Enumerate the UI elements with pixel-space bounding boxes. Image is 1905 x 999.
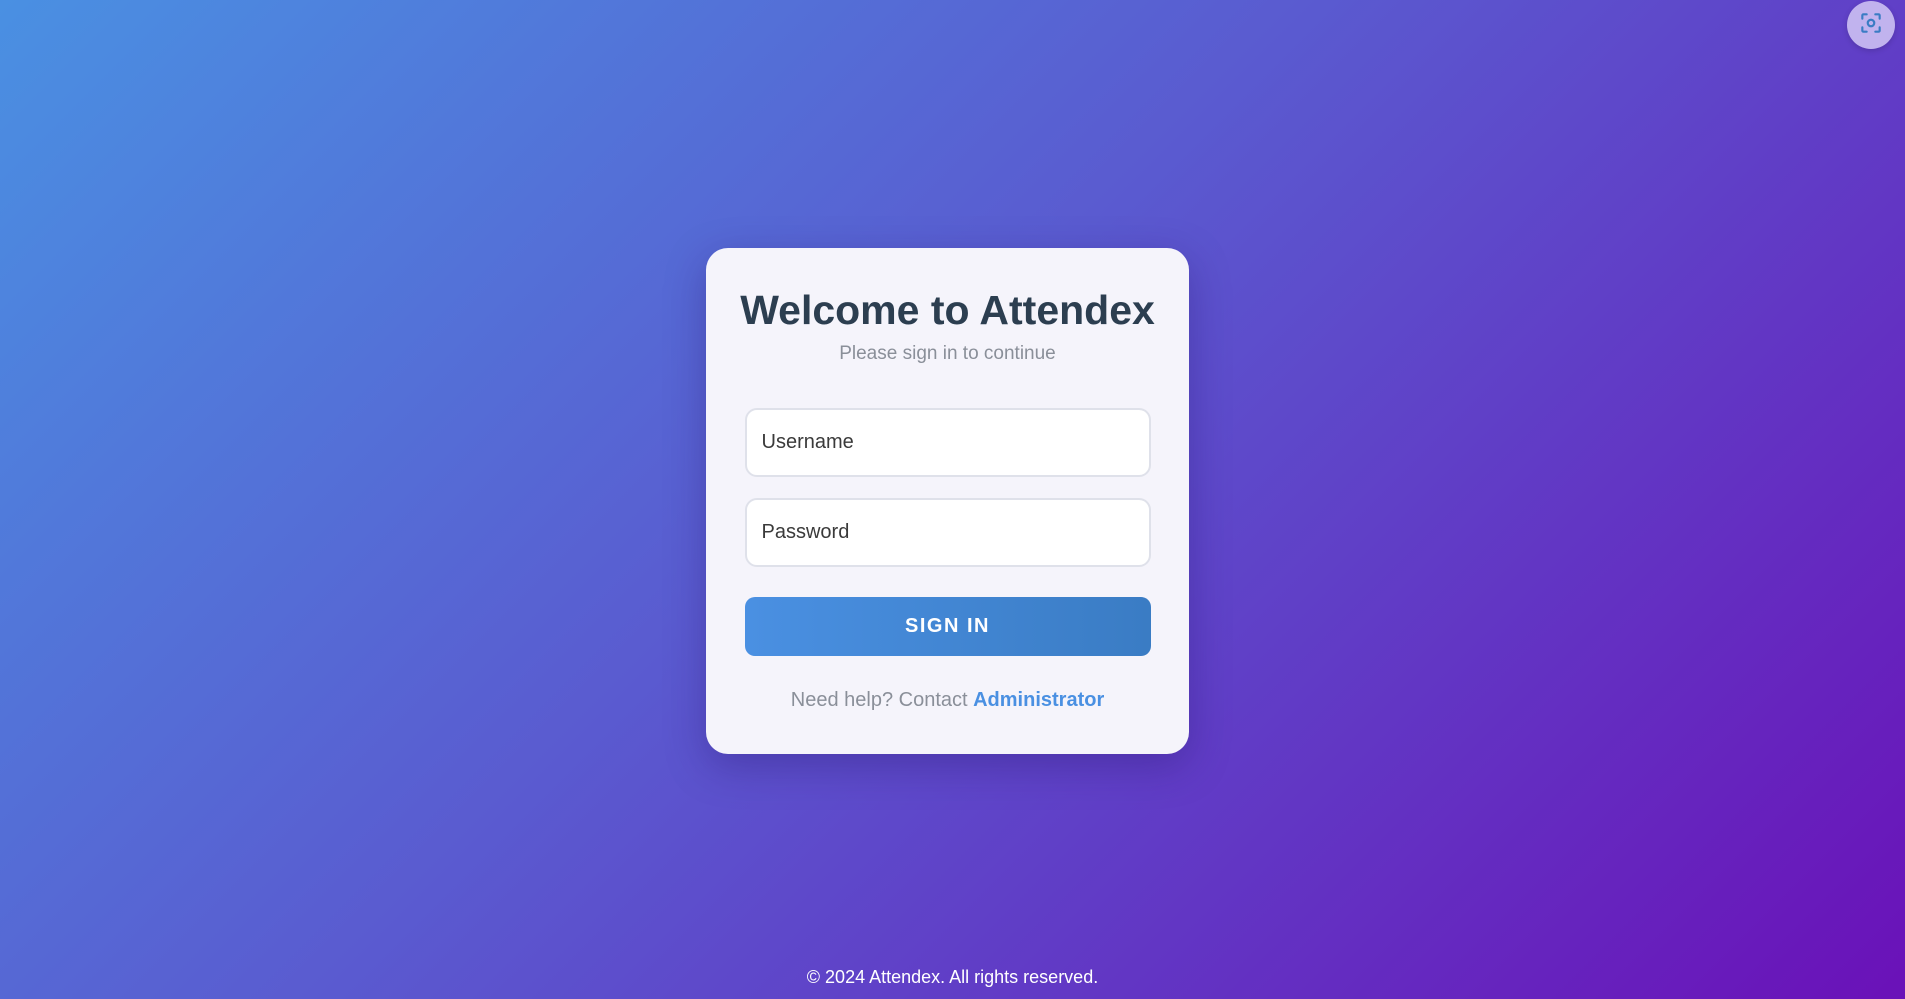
help-prefix: Need help? Contact — [790, 689, 974, 711]
administrator-link[interactable]: Administrator — [973, 689, 1104, 711]
username-input[interactable] — [744, 408, 1151, 477]
login-card: Welcome to Attendex Please sign in to co… — [706, 248, 1189, 754]
footer-copyright: © 2024 Attendex. All rights reserved. — [806, 967, 1099, 987]
password-input[interactable] — [744, 498, 1151, 567]
page-title: Welcome to Attendex — [740, 287, 1155, 333]
help-text: Need help? Contact Administrator — [706, 689, 1189, 712]
page-subtitle: Please sign in to continue — [839, 343, 1056, 364]
sign-in-button[interactable]: SIGN IN — [744, 597, 1151, 656]
screenshot-button[interactable] — [1847, 1, 1895, 49]
screenshot-scan-icon — [1858, 10, 1884, 41]
